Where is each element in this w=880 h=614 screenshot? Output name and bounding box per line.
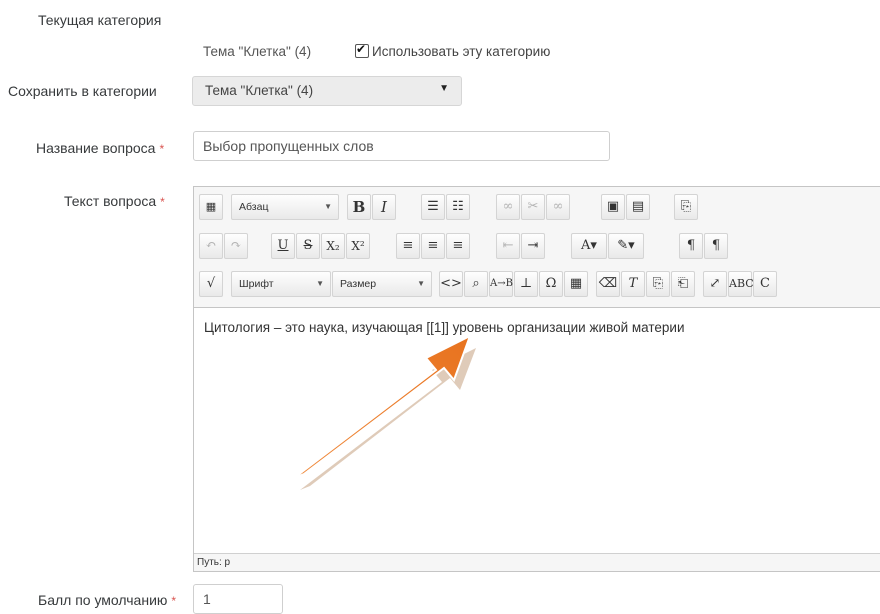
media-icon[interactable]: ▤ [626,194,650,220]
current-category-label: Текущая категория [38,12,162,28]
required-icon: * [171,594,177,608]
link-icon[interactable]: ∞ [496,194,520,220]
font-select[interactable]: Шрифт ▼ [231,271,331,297]
default-mark-input[interactable]: 1 [193,584,283,614]
bullet-list-icon[interactable]: ☰ [421,194,445,220]
align-left-icon[interactable]: ≡ [396,233,420,259]
align-right-icon[interactable]: ≡ [446,233,470,259]
use-category-checkbox[interactable] [355,42,369,58]
required-icon: * [159,142,165,156]
current-category-value: Тема "Клетка" (4) [203,44,312,59]
code-icon[interactable]: <> [439,271,463,297]
align-center-icon[interactable]: ≡ [421,233,445,259]
numbered-list-icon[interactable]: ☷ [446,194,470,220]
size-select[interactable]: Размер ▼ [332,271,432,297]
anchor-icon[interactable]: ∞ [546,194,570,220]
required-icon: * [160,195,165,209]
ltr-icon[interactable]: ¶ [679,233,703,259]
background-color-icon[interactable]: ✎▾ [608,233,644,259]
save-category-label: Сохранить в категории [8,83,157,99]
paste-icon[interactable]: ⎘ [674,194,698,220]
redo-icon[interactable]: ↷ [224,233,248,259]
paste-word-icon[interactable]: ⎗ [671,271,695,297]
clean-icon[interactable]: ⌫ [596,271,620,297]
dropdown-arrow-icon: ▼ [439,83,449,94]
question-name-label: Название вопроса * [36,140,165,156]
editor-statusbar: Путь: p [194,553,880,571]
text-color-icon[interactable]: A▾ [571,233,607,259]
paste-text-icon[interactable]: ⎘ [646,271,670,297]
question-text-label: Текст вопроса * [64,193,165,209]
insert-icon[interactable]: ⊥ [514,271,538,297]
spellcheck-icon[interactable]: ABC [728,271,754,297]
underline-icon[interactable]: U [271,233,295,259]
format-select[interactable]: Абзац ▼ [231,194,339,220]
unlink-icon[interactable]: ✂ [521,194,545,220]
undo-icon[interactable]: ↶ [199,233,223,259]
indent-icon[interactable]: ⇥ [521,233,545,259]
bold-icon[interactable]: B [347,194,371,220]
italic-icon[interactable]: I [372,194,396,220]
rtl-icon[interactable]: ¶ [704,233,728,259]
save-category-select[interactable]: Тема "Клетка" (4) ▼ [192,76,462,106]
equation-icon[interactable]: √ [199,271,223,297]
use-category-label[interactable]: Использовать эту категорию [372,44,550,59]
annotation-arrow-icon [293,333,476,490]
fullscreen-icon[interactable]: ⤢ [703,271,727,297]
image-icon[interactable]: ▣ [601,194,625,220]
editor-toolbar: ▦ Абзац ▼ B I ☰ ☷ ∞ ✂ ∞ ▣ ▤ ⎘ ↶ ↷ U S X₂ … [194,187,880,308]
charmap-icon[interactable]: Ω [539,271,563,297]
question-name-input[interactable]: Выбор пропущенных слов [193,131,610,161]
more-icon[interactable]: C [753,271,777,297]
subscript-icon[interactable]: X₂ [321,233,345,259]
replace-icon[interactable]: A→B [489,271,513,297]
superscript-icon[interactable]: X² [346,233,370,259]
element-path: Путь: p [197,557,231,568]
find-icon[interactable]: ⌕ [464,271,488,297]
outdent-icon[interactable]: ⇤ [496,233,520,259]
clear-format-icon[interactable]: T [621,271,645,297]
toolbar-toggle-icon[interactable]: ▦ [199,194,223,220]
default-mark-label: Балл по умолчанию * [38,592,177,608]
save-category-selected: Тема "Клетка" (4) [205,83,314,98]
strikethrough-icon[interactable]: S [296,233,320,259]
table-icon[interactable]: ▦ [564,271,588,297]
